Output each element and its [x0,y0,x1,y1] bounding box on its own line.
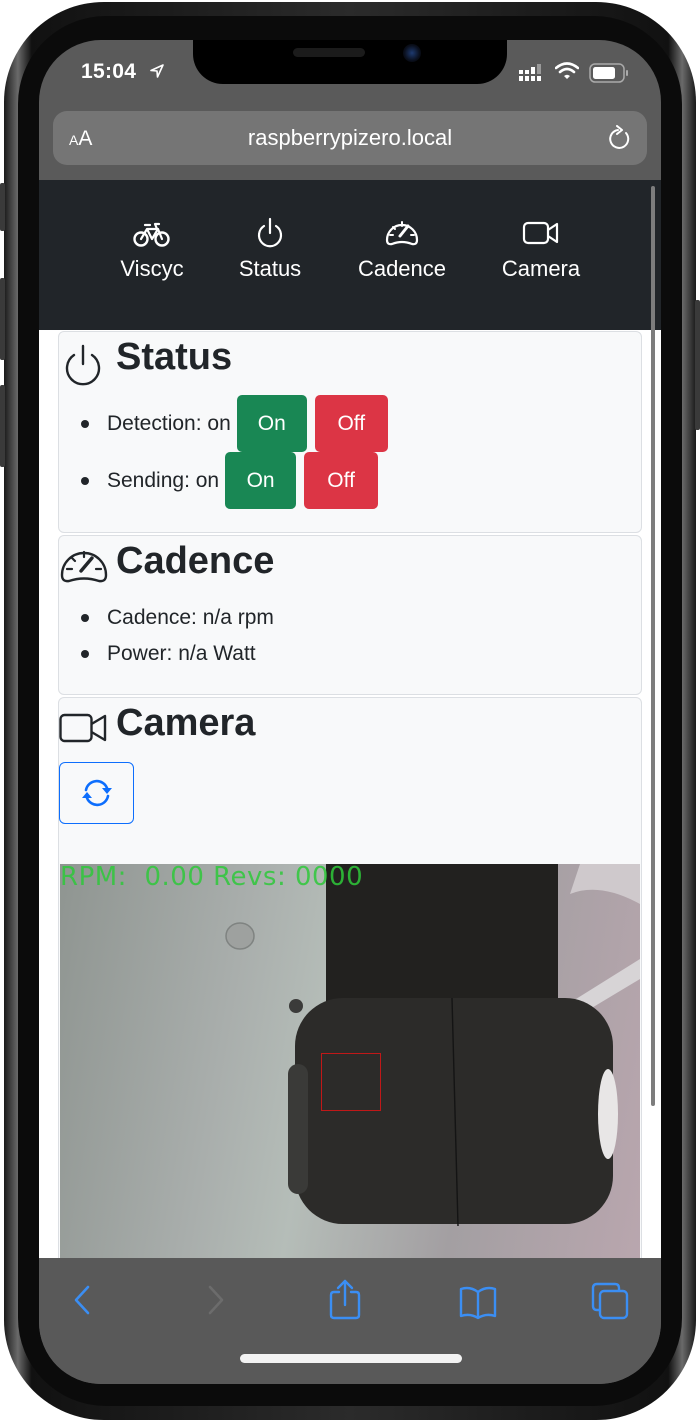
nav-item-viscyc[interactable]: Viscyc [115,216,189,282]
detection-off-button[interactable]: Off [314,395,388,452]
detection-on-button[interactable]: On [236,395,307,452]
status-title: Status [116,336,233,378]
nav-item-cadence[interactable]: Cadence [352,216,452,282]
wifi-icon [555,62,579,79]
cadence-title: Cadence [116,540,275,582]
feed-overlay-text: RPM: 0.00 Revs: 0000 [60,864,364,892]
chevron-left-icon[interactable] [71,1282,95,1318]
nav-item-camera[interactable]: Camera [497,216,585,282]
power-button [695,300,700,430]
status-time: 15:04 [81,60,137,83]
cadence-value: Cadence: n/a rpm [107,606,274,629]
refresh-icon [81,779,112,807]
cadence-item: Cadence: n/a rpm [59,600,274,636]
notch [193,40,507,84]
power-icon [65,344,101,386]
cadence-list: Cadence: n/a rpm Power: n/a Watt [59,600,274,672]
reload-icon[interactable] [607,125,633,153]
volume-down-button [0,385,5,467]
book-icon[interactable] [458,1284,498,1320]
camera-video-icon [522,221,559,245]
speedometer-icon [60,550,108,583]
share-icon[interactable] [328,1278,362,1320]
detection-item: Detection: on On Off [59,395,388,452]
sending-on-button[interactable]: On [225,452,297,509]
cadence-card: Cadence Cadence: n/a rpm Power: n/a Watt [58,535,642,695]
nav-label: Camera [501,256,581,281]
status-list: Detection: on On Off Sending: on On Off [59,395,388,509]
sending-off-button[interactable]: Off [304,452,379,509]
mute-switch [0,183,5,231]
nav-label: Cadence [357,256,447,281]
detection-label: Detection: on [107,411,231,435]
cellular-signal-icon [519,64,541,81]
web-content: Viscyc Status Cadence Camera Status Dete… [39,180,661,1258]
detection-roi-box [321,1053,381,1111]
power-item: Power: n/a Watt [59,636,274,672]
speedometer-icon [385,221,419,246]
camera-title: Camera [116,702,256,744]
power-value: Power: n/a Watt [107,642,256,665]
phone-screen: 15:04 AA raspberrypizero.local Viscyc St… [39,40,661,1384]
url-text[interactable]: raspberrypizero.local [53,125,647,151]
refresh-button[interactable] [59,762,134,824]
tabs-icon[interactable] [591,1282,629,1320]
page-scrollbar[interactable] [651,186,655,1106]
address-bar[interactable]: AA raspberrypizero.local [53,111,647,165]
battery-icon [589,63,628,83]
sending-item: Sending: on On Off [59,452,388,509]
camera-feed-image: RPM: 0.00 Revs: 0000 [60,864,640,1258]
sending-label: Sending: on [107,468,220,492]
nav-label: Viscyc [120,256,184,281]
camera-video-icon [59,713,107,743]
front-camera [403,44,421,62]
nav-item-status[interactable]: Status [235,216,305,282]
home-indicator[interactable] [240,1354,462,1363]
nav-label: Status [238,256,302,281]
earpiece-speaker [293,48,365,57]
location-arrow-icon [150,64,164,78]
chevron-right-icon[interactable] [203,1282,227,1318]
volume-up-button [0,278,5,360]
navbar: Viscyc Status Cadence Camera [39,180,661,330]
bicycle-icon [133,222,170,247]
status-card: Status Detection: on On Off Sending: on … [58,331,642,533]
browser-toolbar [39,1258,661,1384]
power-icon [257,217,283,248]
